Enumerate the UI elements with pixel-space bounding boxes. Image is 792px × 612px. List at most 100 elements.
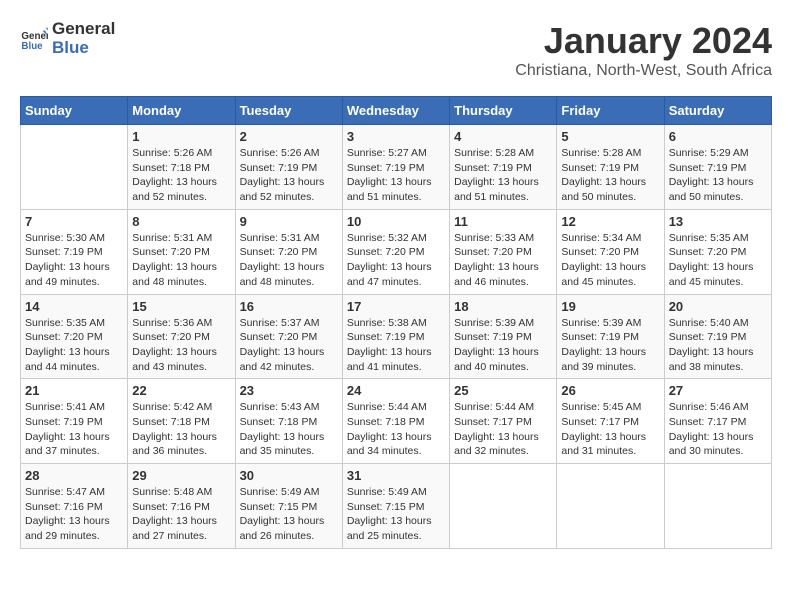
day-detail: Sunrise: 5:39 AM Sunset: 7:19 PM Dayligh… xyxy=(561,316,659,375)
day-cell: 28Sunrise: 5:47 AM Sunset: 7:16 PM Dayli… xyxy=(21,464,128,549)
day-cell: 24 Sunrise: 5:44 AM Sunset: 7:18 PM Dayli… xyxy=(342,379,449,464)
day-detail: Sunrise: 5:34 AM Sunset: 7:20 PM Dayligh… xyxy=(561,231,659,290)
day-cell: 12 Sunrise: 5:34 AM Sunset: 7:20 PM Dayli… xyxy=(557,209,664,294)
calendar-table: SundayMondayTuesdayWednesdayThursdayFrid… xyxy=(20,96,772,549)
day-cell: 9Sunrise: 5:31 AM Sunset: 7:20 PM Daylig… xyxy=(235,209,342,294)
day-cell: 7 Sunrise: 5:30 AM Sunset: 7:19 PM Daylig… xyxy=(21,209,128,294)
day-detail: Sunrise: 5:49 AM Sunset: 7:15 PM Dayligh… xyxy=(347,485,445,544)
week-row-4: 21 Sunrise: 5:41 AM Sunset: 7:19 PM Dayli… xyxy=(21,379,772,464)
day-cell: 21 Sunrise: 5:41 AM Sunset: 7:19 PM Dayli… xyxy=(21,379,128,464)
header-cell-sunday: Sunday xyxy=(21,97,128,125)
day-cell: 14 Sunrise: 5:35 AM Sunset: 7:20 PM Dayli… xyxy=(21,294,128,379)
day-number: 1 xyxy=(132,129,230,144)
week-row-2: 7 Sunrise: 5:30 AM Sunset: 7:19 PM Daylig… xyxy=(21,209,772,294)
day-cell: 10 Sunrise: 5:32 AM Sunset: 7:20 PM Dayli… xyxy=(342,209,449,294)
day-number: 24 xyxy=(347,383,445,398)
day-detail: Sunrise: 5:44 AM Sunset: 7:18 PM Dayligh… xyxy=(347,400,445,459)
day-detail: Sunrise: 5:26 AM Sunset: 7:18 PM Dayligh… xyxy=(132,146,230,205)
day-detail: Sunrise: 5:38 AM Sunset: 7:19 PM Dayligh… xyxy=(347,316,445,375)
week-row-5: 28Sunrise: 5:47 AM Sunset: 7:16 PM Dayli… xyxy=(21,464,772,549)
day-detail: Sunrise: 5:35 AM Sunset: 7:20 PM Dayligh… xyxy=(25,316,123,375)
header-cell-saturday: Saturday xyxy=(664,97,771,125)
day-number: 15 xyxy=(132,299,230,314)
day-detail: Sunrise: 5:49 AM Sunset: 7:15 PM Dayligh… xyxy=(240,485,338,544)
day-cell: 13Sunrise: 5:35 AM Sunset: 7:20 PM Dayli… xyxy=(664,209,771,294)
day-cell: 22 Sunrise: 5:42 AM Sunset: 7:18 PM Dayli… xyxy=(128,379,235,464)
day-number: 29 xyxy=(132,468,230,483)
day-cell xyxy=(21,125,128,210)
day-number: 2 xyxy=(240,129,338,144)
header-cell-tuesday: Tuesday xyxy=(235,97,342,125)
day-detail: Sunrise: 5:35 AM Sunset: 7:20 PM Dayligh… xyxy=(669,231,767,290)
day-detail: Sunrise: 5:48 AM Sunset: 7:16 PM Dayligh… xyxy=(132,485,230,544)
day-cell: 26Sunrise: 5:45 AM Sunset: 7:17 PM Dayli… xyxy=(557,379,664,464)
day-number: 19 xyxy=(561,299,659,314)
day-detail: Sunrise: 5:37 AM Sunset: 7:20 PM Dayligh… xyxy=(240,316,338,375)
day-detail: Sunrise: 5:47 AM Sunset: 7:16 PM Dayligh… xyxy=(25,485,123,544)
day-number: 11 xyxy=(454,214,552,229)
week-row-1: 1 Sunrise: 5:26 AM Sunset: 7:18 PM Daylig… xyxy=(21,125,772,210)
day-detail: Sunrise: 5:28 AM Sunset: 7:19 PM Dayligh… xyxy=(454,146,552,205)
header-cell-monday: Monday xyxy=(128,97,235,125)
day-cell: 29 Sunrise: 5:48 AM Sunset: 7:16 PM Dayli… xyxy=(128,464,235,549)
day-number: 22 xyxy=(132,383,230,398)
logo-general-text: General xyxy=(52,20,115,39)
header-cell-wednesday: Wednesday xyxy=(342,97,449,125)
day-detail: Sunrise: 5:28 AM Sunset: 7:19 PM Dayligh… xyxy=(561,146,659,205)
day-cell xyxy=(450,464,557,549)
day-cell: 25 Sunrise: 5:44 AM Sunset: 7:17 PM Dayli… xyxy=(450,379,557,464)
location-title: Christiana, North-West, South Africa xyxy=(515,62,772,80)
day-number: 9 xyxy=(240,214,338,229)
day-cell: 17Sunrise: 5:38 AM Sunset: 7:19 PM Dayli… xyxy=(342,294,449,379)
day-cell: 20Sunrise: 5:40 AM Sunset: 7:19 PM Dayli… xyxy=(664,294,771,379)
week-row-3: 14 Sunrise: 5:35 AM Sunset: 7:20 PM Dayli… xyxy=(21,294,772,379)
day-detail: Sunrise: 5:33 AM Sunset: 7:20 PM Dayligh… xyxy=(454,231,552,290)
day-detail: Sunrise: 5:44 AM Sunset: 7:17 PM Dayligh… xyxy=(454,400,552,459)
logo-blue-text: Blue xyxy=(52,39,115,58)
day-number: 25 xyxy=(454,383,552,398)
day-detail: Sunrise: 5:26 AM Sunset: 7:19 PM Dayligh… xyxy=(240,146,338,205)
day-cell: 2 Sunrise: 5:26 AM Sunset: 7:19 PM Daylig… xyxy=(235,125,342,210)
day-cell: 19 Sunrise: 5:39 AM Sunset: 7:19 PM Dayli… xyxy=(557,294,664,379)
day-number: 7 xyxy=(25,214,123,229)
day-number: 30 xyxy=(240,468,338,483)
day-cell: 23Sunrise: 5:43 AM Sunset: 7:18 PM Dayli… xyxy=(235,379,342,464)
day-number: 23 xyxy=(240,383,338,398)
day-cell: 6Sunrise: 5:29 AM Sunset: 7:19 PM Daylig… xyxy=(664,125,771,210)
day-cell: 5Sunrise: 5:28 AM Sunset: 7:19 PM Daylig… xyxy=(557,125,664,210)
day-detail: Sunrise: 5:42 AM Sunset: 7:18 PM Dayligh… xyxy=(132,400,230,459)
day-detail: Sunrise: 5:29 AM Sunset: 7:19 PM Dayligh… xyxy=(669,146,767,205)
month-title: January 2024 xyxy=(515,20,772,62)
day-cell: 27Sunrise: 5:46 AM Sunset: 7:17 PM Dayli… xyxy=(664,379,771,464)
day-detail: Sunrise: 5:30 AM Sunset: 7:19 PM Dayligh… xyxy=(25,231,123,290)
day-cell: 1 Sunrise: 5:26 AM Sunset: 7:18 PM Daylig… xyxy=(128,125,235,210)
day-detail: Sunrise: 5:32 AM Sunset: 7:20 PM Dayligh… xyxy=(347,231,445,290)
day-detail: Sunrise: 5:36 AM Sunset: 7:20 PM Dayligh… xyxy=(132,316,230,375)
day-number: 21 xyxy=(25,383,123,398)
day-cell: 18Sunrise: 5:39 AM Sunset: 7:19 PM Dayli… xyxy=(450,294,557,379)
day-number: 10 xyxy=(347,214,445,229)
day-detail: Sunrise: 5:27 AM Sunset: 7:19 PM Dayligh… xyxy=(347,146,445,205)
day-number: 14 xyxy=(25,299,123,314)
header-cell-friday: Friday xyxy=(557,97,664,125)
day-cell: 31Sunrise: 5:49 AM Sunset: 7:15 PM Dayli… xyxy=(342,464,449,549)
day-detail: Sunrise: 5:46 AM Sunset: 7:17 PM Dayligh… xyxy=(669,400,767,459)
day-cell: 8Sunrise: 5:31 AM Sunset: 7:20 PM Daylig… xyxy=(128,209,235,294)
day-number: 3 xyxy=(347,129,445,144)
page-header: General Blue General Blue January 2024 C… xyxy=(20,20,772,80)
day-number: 26 xyxy=(561,383,659,398)
day-number: 12 xyxy=(561,214,659,229)
header-row: SundayMondayTuesdayWednesdayThursdayFrid… xyxy=(21,97,772,125)
day-cell: 3 Sunrise: 5:27 AM Sunset: 7:19 PM Daylig… xyxy=(342,125,449,210)
day-cell: 15 Sunrise: 5:36 AM Sunset: 7:20 PM Dayli… xyxy=(128,294,235,379)
day-cell: 30 Sunrise: 5:49 AM Sunset: 7:15 PM Dayli… xyxy=(235,464,342,549)
day-cell: 11 Sunrise: 5:33 AM Sunset: 7:20 PM Dayli… xyxy=(450,209,557,294)
day-number: 18 xyxy=(454,299,552,314)
title-section: January 2024 Christiana, North-West, Sou… xyxy=(515,20,772,80)
day-detail: Sunrise: 5:40 AM Sunset: 7:19 PM Dayligh… xyxy=(669,316,767,375)
day-cell: 4 Sunrise: 5:28 AM Sunset: 7:19 PM Daylig… xyxy=(450,125,557,210)
day-cell xyxy=(664,464,771,549)
day-detail: Sunrise: 5:41 AM Sunset: 7:19 PM Dayligh… xyxy=(25,400,123,459)
day-number: 4 xyxy=(454,129,552,144)
day-cell xyxy=(557,464,664,549)
